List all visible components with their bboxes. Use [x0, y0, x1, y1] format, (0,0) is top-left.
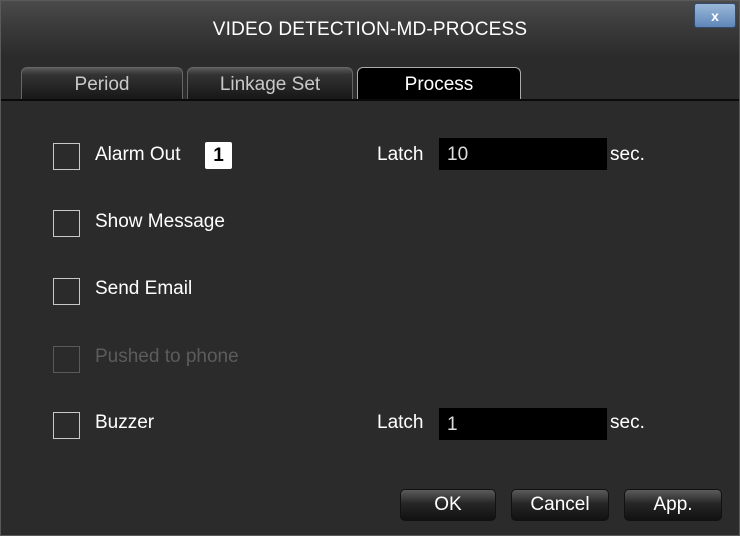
show-message-label: Show Message: [95, 211, 225, 232]
alarm-out-unit: sec.: [610, 144, 645, 165]
video-detection-dialog: VIDEO DETECTION-MD-PROCESS x Period Link…: [0, 0, 740, 536]
alarm-out-channel-button[interactable]: 1: [205, 142, 232, 169]
dialog-title: VIDEO DETECTION-MD-PROCESS: [212, 19, 528, 40]
tab-process[interactable]: Process: [357, 67, 521, 101]
process-panel: Alarm Out 1 Latch 10 sec. Show Message S…: [1, 101, 739, 535]
show-message-row: Show Message: [1, 205, 739, 241]
buzzer-latch-label: Latch: [377, 412, 424, 433]
close-button[interactable]: x: [694, 3, 736, 28]
alarm-out-label: Alarm Out: [95, 144, 181, 165]
buzzer-unit: sec.: [610, 412, 645, 433]
alarm-out-checkbox[interactable]: [53, 143, 80, 170]
buzzer-row: Buzzer Latch 1 sec.: [1, 407, 739, 443]
cancel-button[interactable]: Cancel: [511, 489, 609, 521]
close-icon: x: [711, 7, 719, 24]
buzzer-label: Buzzer: [95, 412, 155, 433]
send-email-label: Send Email: [95, 278, 193, 299]
title-bar[interactable]: VIDEO DETECTION-MD-PROCESS x: [1, 1, 739, 59]
tab-linkage-set[interactable]: Linkage Set: [187, 67, 353, 101]
alarm-out-row: Alarm Out 1 Latch 10 sec.: [1, 138, 739, 174]
alarm-out-latch-label: Latch: [377, 144, 424, 165]
pushed-to-phone-row: Pushed to phone: [1, 341, 739, 377]
send-email-checkbox[interactable]: [53, 278, 80, 305]
show-message-checkbox[interactable]: [53, 210, 80, 237]
pushed-to-phone-label: Pushed to phone: [95, 346, 239, 367]
tab-strip: Period Linkage Set Process: [1, 59, 739, 101]
ok-button[interactable]: OK: [400, 489, 496, 521]
send-email-row: Send Email: [1, 273, 739, 309]
tab-period[interactable]: Period: [21, 67, 183, 101]
pushed-to-phone-checkbox: [53, 346, 80, 373]
buzzer-checkbox[interactable]: [53, 412, 80, 439]
tab-process-label: Process: [404, 73, 474, 95]
alarm-out-latch-input[interactable]: 10: [439, 138, 607, 170]
tab-linkage-set-label: Linkage Set: [219, 73, 321, 95]
buzzer-latch-input[interactable]: 1: [439, 408, 607, 440]
tab-period-label: Period: [74, 73, 130, 95]
apply-button[interactable]: App.: [624, 489, 722, 521]
